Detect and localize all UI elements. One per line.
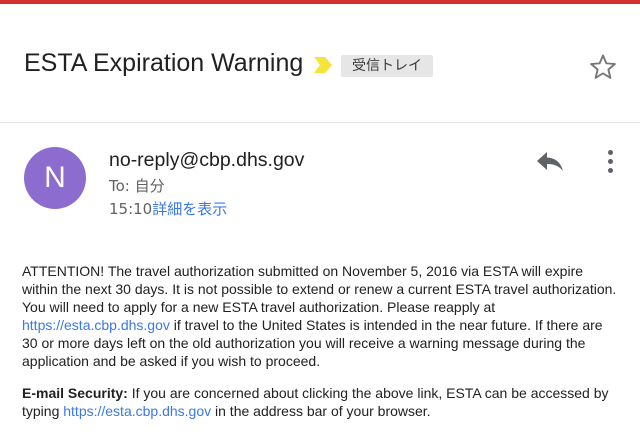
recipient-line: To: 自分 (109, 177, 165, 195)
body-text-segment: in the address bar of your browser. (211, 403, 431, 419)
esta-link[interactable]: https://esta.cbp.dhs.gov (22, 317, 170, 333)
inbox-label-chip[interactable]: 受信トレイ (341, 55, 433, 77)
header-divider (0, 122, 640, 123)
reply-icon[interactable] (530, 144, 570, 178)
security-label: E-mail Security: (22, 385, 128, 401)
body-paragraph-2: E-mail Security: If you are concerned ab… (22, 384, 622, 420)
body-paragraph-1: ATTENTION! The travel authorization subm… (22, 262, 622, 370)
show-details-link[interactable]: 詳細を表示 (152, 200, 227, 218)
body-text-segment: ATTENTION! The travel authorization subm… (22, 263, 617, 315)
star-icon[interactable] (585, 49, 621, 85)
email-subject: ESTA Expiration Warning (24, 49, 304, 77)
esta-link-2[interactable]: https://esta.cbp.dhs.gov (63, 403, 211, 419)
email-body: ATTENTION! The travel authorization subm… (22, 262, 622, 434)
more-vert-icon[interactable] (596, 144, 624, 178)
time-and-details: 15:10詳細を表示 (109, 199, 227, 219)
more-dot (607, 158, 613, 164)
more-dot (607, 149, 613, 155)
sender-address[interactable]: no-reply@cbp.dhs.gov (109, 148, 304, 172)
importance-marker-icon[interactable] (313, 56, 333, 74)
sent-time: 15:10 (109, 200, 153, 218)
subject-header: ESTA Expiration Warning 受信トレイ (0, 4, 640, 122)
sender-avatar[interactable]: N (24, 147, 86, 209)
more-dot (607, 167, 613, 173)
